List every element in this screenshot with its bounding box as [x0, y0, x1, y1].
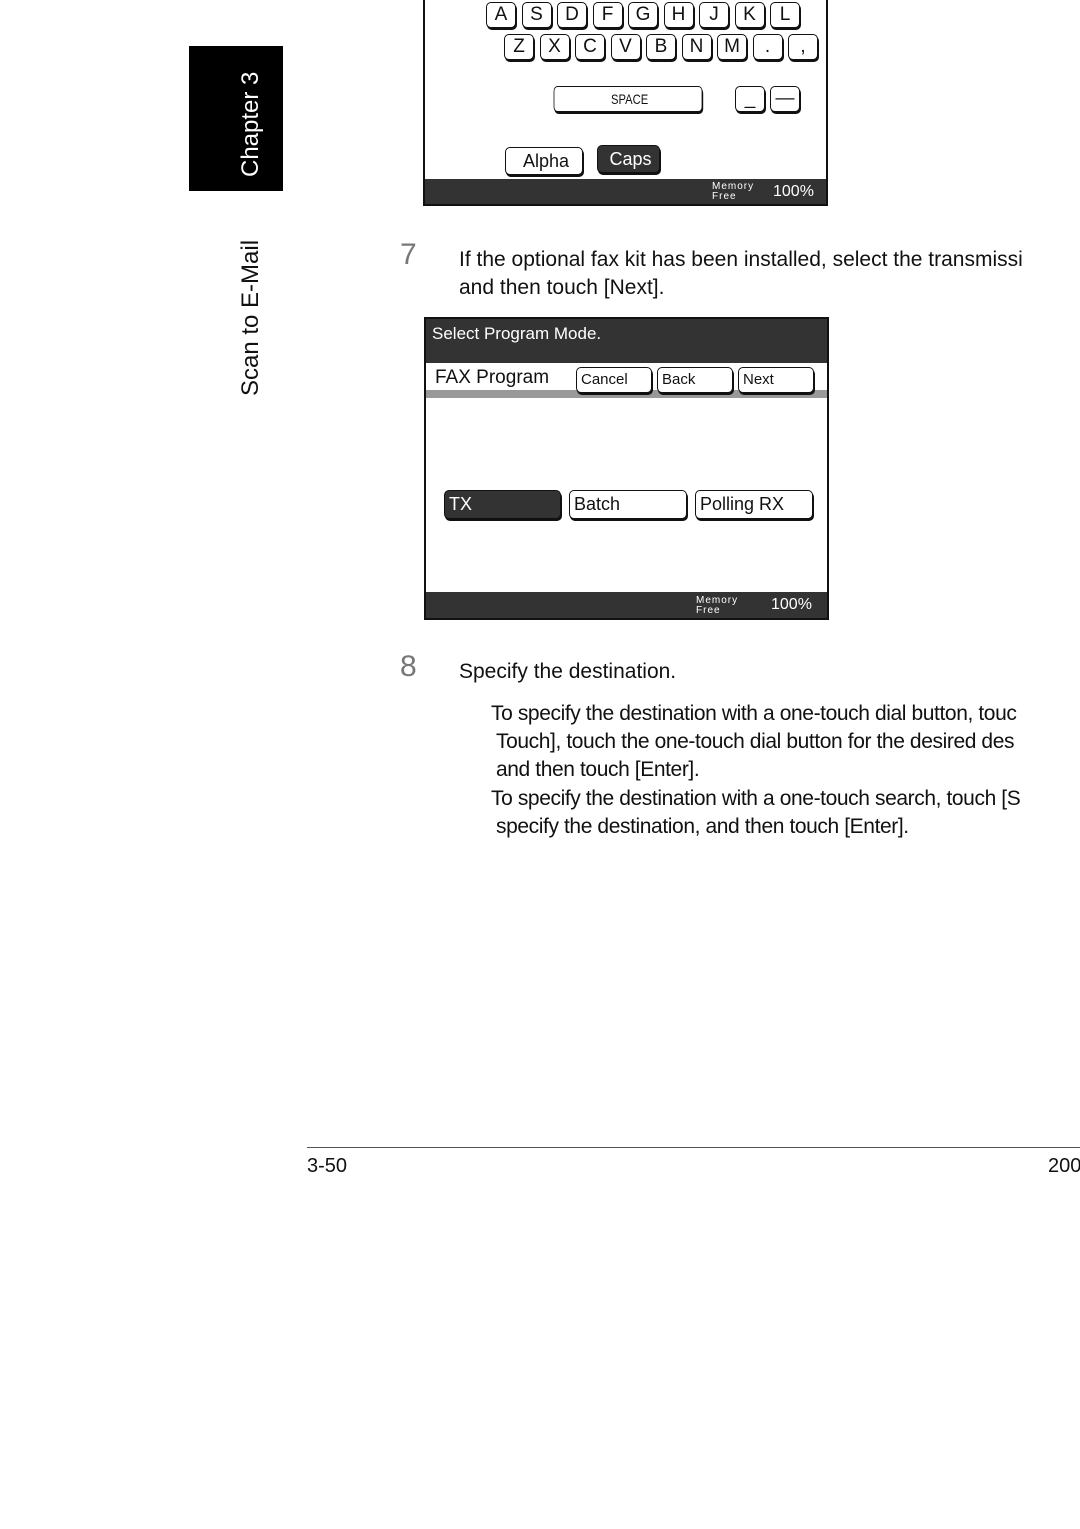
back-button[interactable]: Back — [657, 367, 733, 393]
polling-rx-mode-button[interactable]: Polling RX — [695, 490, 813, 519]
key-row2[interactable]: A — [486, 2, 516, 28]
cancel-button[interactable]: Cancel — [576, 367, 652, 393]
key-row3[interactable]: X — [539, 34, 570, 60]
key-row3[interactable]: V — [610, 34, 641, 60]
bullet-text: To specify the destination with a one-to… — [491, 787, 1021, 810]
memory-bar: Memory Free 100% — [425, 179, 826, 204]
panel-header-text: Select Program Mode. — [432, 324, 602, 343]
key-row3[interactable]: M — [717, 34, 747, 60]
keyboard-panel: @QWERTYUIOPASDFGHJKLZXCVBNM., SPACE _ — … — [423, 0, 828, 206]
memory-label: Memory — [696, 595, 739, 606]
batch-mode-button[interactable]: Batch — [569, 490, 687, 519]
free-label: Free — [712, 191, 737, 202]
key-row2[interactable]: S — [521, 2, 552, 28]
key-row3[interactable]: Z — [504, 34, 534, 60]
key-row2[interactable]: L — [770, 2, 800, 28]
memory-bar: Memory Free 100% — [426, 592, 827, 618]
memory-value: 100% — [771, 596, 812, 613]
step-number: 8 — [400, 650, 417, 683]
underscore-key[interactable]: _ — [735, 86, 765, 112]
footer-rule — [307, 1147, 1080, 1148]
memory-label: Memory — [712, 181, 755, 192]
bullet-text: To specify the destination with a one-to… — [491, 702, 1017, 725]
hyphen-key[interactable]: — — [770, 86, 800, 112]
space-key[interactable]: SPACE — [553, 86, 703, 112]
free-label: Free — [696, 605, 721, 616]
key-row3[interactable]: , — [788, 34, 818, 60]
caps-button[interactable]: Caps — [597, 145, 660, 173]
key-row2[interactable]: F — [592, 2, 623, 28]
chapter-label: Chapter 3 — [237, 71, 264, 177]
key-row2[interactable]: K — [734, 2, 765, 28]
key-row3[interactable]: C — [575, 34, 605, 60]
section-label: Scan to E-Mail — [237, 239, 264, 396]
model-name: 200 — [1048, 1155, 1080, 1177]
panel-header: Select Program Mode. — [426, 319, 827, 363]
key-row2[interactable]: H — [663, 2, 694, 28]
step-text: Specify the destination. — [459, 660, 677, 683]
key-row3[interactable]: B — [646, 34, 676, 60]
bullet-text: specify the destination, and then touch … — [496, 815, 909, 838]
step-text: and then touch [Next]. — [459, 276, 665, 299]
bullet-text: and then touch [Enter]. — [496, 758, 700, 781]
key-row2[interactable]: D — [557, 2, 587, 28]
chapter-tab: Chapter 3 — [189, 46, 283, 191]
program-mode-panel: Select Program Mode. FAX Program Cancel … — [424, 317, 829, 620]
key-row2[interactable]: J — [699, 2, 729, 28]
panel-title: FAX Program — [435, 367, 550, 388]
tx-mode-button[interactable]: TX — [444, 490, 561, 519]
alpha-button[interactable]: Alpha — [505, 147, 583, 175]
step-text: If the optional fax kit has been install… — [459, 248, 1023, 271]
page-number: 3-50 — [307, 1155, 348, 1177]
memory-value: 100% — [773, 183, 814, 200]
key-row2[interactable]: G — [628, 2, 658, 28]
bullet-text: Touch], touch the one-touch dial button … — [496, 730, 1015, 753]
next-button[interactable]: Next — [738, 367, 814, 393]
key-row3[interactable]: N — [681, 34, 712, 60]
step-number: 7 — [400, 238, 417, 271]
key-row3[interactable]: . — [752, 34, 783, 60]
